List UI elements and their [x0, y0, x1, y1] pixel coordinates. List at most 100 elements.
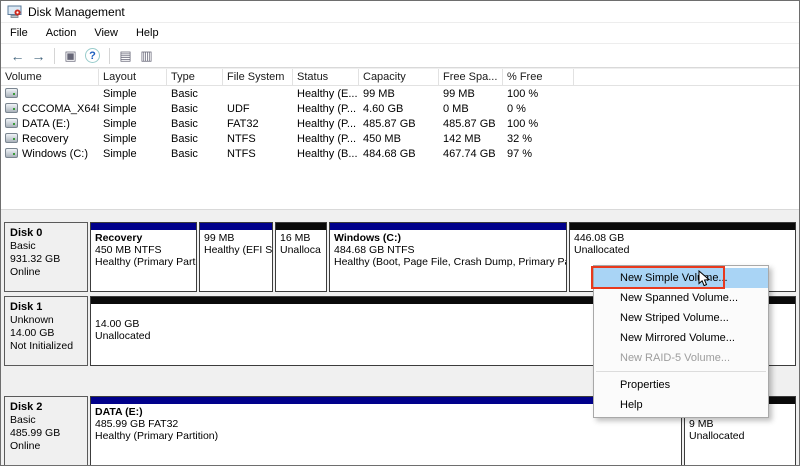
column-header-volume[interactable]: Volume [1, 69, 99, 85]
volume-name: CCCOMA_X64FRE... [22, 103, 99, 115]
partition-info: 9 MB [689, 418, 791, 430]
column-header-filler [574, 69, 799, 85]
volume-pct-free: 0 % [503, 103, 574, 115]
menu-item-new-raid5-volume: New RAID-5 Volume... [594, 348, 768, 368]
window-title: Disk Management [28, 5, 125, 19]
titlebar: Disk Management [1, 1, 799, 23]
disk-status: Online [10, 266, 82, 279]
volume-row-data-e[interactable]: DATA (E:) Simple Basic FAT32 Healthy (P.… [1, 116, 799, 131]
volume-pct-free: 32 % [503, 133, 574, 145]
partition-name: DATA (E:) [95, 406, 677, 418]
volume-type: Basic [167, 88, 223, 100]
partition-stripe [200, 223, 272, 230]
console-window-icon[interactable]: ▣ [60, 46, 81, 65]
disk-status: Online [10, 440, 82, 453]
partition-windows-c[interactable]: Windows (C:) 484.68 GB NTFS Healthy (Boo… [329, 222, 567, 292]
volume-row-cccoma[interactable]: CCCOMA_X64FRE... Simple Basic UDF Health… [1, 101, 799, 116]
volume-file-system: NTFS [223, 133, 293, 145]
volume-name: Recovery [22, 133, 68, 145]
volume-row-efi[interactable]: Simple Basic Healthy (E... 99 MB 99 MB 1… [1, 86, 799, 101]
volume-layout: Simple [99, 148, 167, 160]
partition-status: Unallocated [689, 430, 791, 442]
app-icon [7, 4, 22, 19]
volume-type: Basic [167, 133, 223, 145]
volume-icon [5, 133, 18, 143]
help-icon[interactable]: ? [85, 48, 100, 63]
volume-file-system: FAT32 [223, 118, 293, 130]
volume-type: Basic [167, 148, 223, 160]
partition-status: Healthy (EFI Sys [204, 244, 268, 256]
toolbar: ← → ▣ ? ▤ ▥ [1, 43, 799, 68]
column-header-type[interactable]: Type [167, 69, 223, 85]
context-menu: New Simple Volume... New Spanned Volume.… [593, 265, 769, 418]
volume-row-windows-c[interactable]: Windows (C:) Simple Basic NTFS Healthy (… [1, 146, 799, 161]
volume-list: Volume Layout Type File System Status Ca… [1, 68, 799, 209]
disk-name: Disk 2 [10, 400, 82, 414]
column-header-free-space[interactable]: Free Spa... [439, 69, 503, 85]
partition-status: Healthy (Boot, Page File, Crash Dump, Pr… [334, 256, 562, 268]
menu-separator [596, 371, 766, 372]
disk-size: 485.99 GB [10, 427, 82, 440]
graphical-view-icon[interactable]: ▥ [136, 46, 157, 65]
partition-unallocated-16mb[interactable]: 16 MB Unalloca [275, 222, 327, 292]
menu-item-properties[interactable]: Properties [594, 375, 768, 395]
volume-layout: Simple [99, 88, 167, 100]
disk-0-label[interactable]: Disk 0 Basic 931.32 GB Online [4, 222, 88, 292]
partition-info: 446.08 GB [574, 232, 791, 244]
volume-status: Healthy (P... [293, 133, 359, 145]
partition-info: 484.68 GB NTFS [334, 244, 562, 256]
partition-info: 16 MB [280, 232, 322, 244]
partition-info: 99 MB [204, 232, 268, 244]
menu-item-new-mirrored-volume[interactable]: New Mirrored Volume... [594, 328, 768, 348]
volume-name: DATA (E:) [22, 118, 70, 130]
disk-name: Disk 1 [10, 300, 82, 314]
disk-type: Unknown [10, 314, 82, 327]
column-header-capacity[interactable]: Capacity [359, 69, 439, 85]
volume-type: Basic [167, 103, 223, 115]
disk-status: Not Initialized [10, 340, 82, 353]
mouse-cursor-icon [698, 270, 710, 287]
disk-list-icon[interactable]: ▤ [115, 46, 136, 65]
volume-pct-free: 100 % [503, 88, 574, 100]
partition-name: Recovery [95, 232, 192, 244]
forward-icon[interactable]: → [28, 46, 49, 65]
column-header-layout[interactable]: Layout [99, 69, 167, 85]
volume-name: Windows (C:) [22, 148, 88, 160]
menu-item-new-simple-volume[interactable]: New Simple Volume... [594, 268, 768, 288]
menu-item-new-striped-volume[interactable]: New Striped Volume... [594, 308, 768, 328]
disk-1-label[interactable]: Disk 1 Unknown 14.00 GB Not Initialized [4, 296, 88, 366]
volume-file-system: UDF [223, 103, 293, 115]
partition-name: Windows (C:) [334, 232, 562, 244]
volume-type: Basic [167, 118, 223, 130]
volume-layout: Simple [99, 103, 167, 115]
menu-action[interactable]: Action [37, 25, 86, 41]
disk-type: Basic [10, 240, 82, 253]
toolbar-separator [109, 48, 110, 64]
menu-item-new-spanned-volume[interactable]: New Spanned Volume... [594, 288, 768, 308]
disk-2-label[interactable]: Disk 2 Basic 485.99 GB Online [4, 396, 88, 466]
volume-free-space: 99 MB [439, 88, 503, 100]
menu-view[interactable]: View [85, 25, 127, 41]
menubar: File Action View Help [1, 23, 799, 43]
volume-capacity: 450 MB [359, 133, 439, 145]
volume-status: Healthy (B... [293, 148, 359, 160]
column-header-status[interactable]: Status [293, 69, 359, 85]
partition-efi[interactable]: 99 MB Healthy (EFI Sys [199, 222, 273, 292]
volume-row-recovery[interactable]: Recovery Simple Basic NTFS Healthy (P...… [1, 131, 799, 146]
partition-info: 485.99 GB FAT32 [95, 418, 677, 430]
volume-icon [5, 148, 18, 158]
volume-icon [5, 118, 18, 128]
menu-help[interactable]: Help [127, 25, 168, 41]
volume-capacity: 485.87 GB [359, 118, 439, 130]
back-icon[interactable]: ← [7, 46, 28, 65]
column-header-pct-free[interactable]: % Free [503, 69, 574, 85]
volume-status: Healthy (P... [293, 103, 359, 115]
partition-recovery[interactable]: Recovery 450 MB NTFS Healthy (Primary Pa… [90, 222, 197, 292]
column-header-file-system[interactable]: File System [223, 69, 293, 85]
partition-info: 450 MB NTFS [95, 244, 192, 256]
volume-list-header: Volume Layout Type File System Status Ca… [1, 68, 799, 86]
partition-status: Unallocated [574, 244, 791, 256]
menu-file[interactable]: File [1, 25, 37, 41]
menu-item-help[interactable]: Help [594, 395, 768, 415]
volume-capacity: 4.60 GB [359, 103, 439, 115]
